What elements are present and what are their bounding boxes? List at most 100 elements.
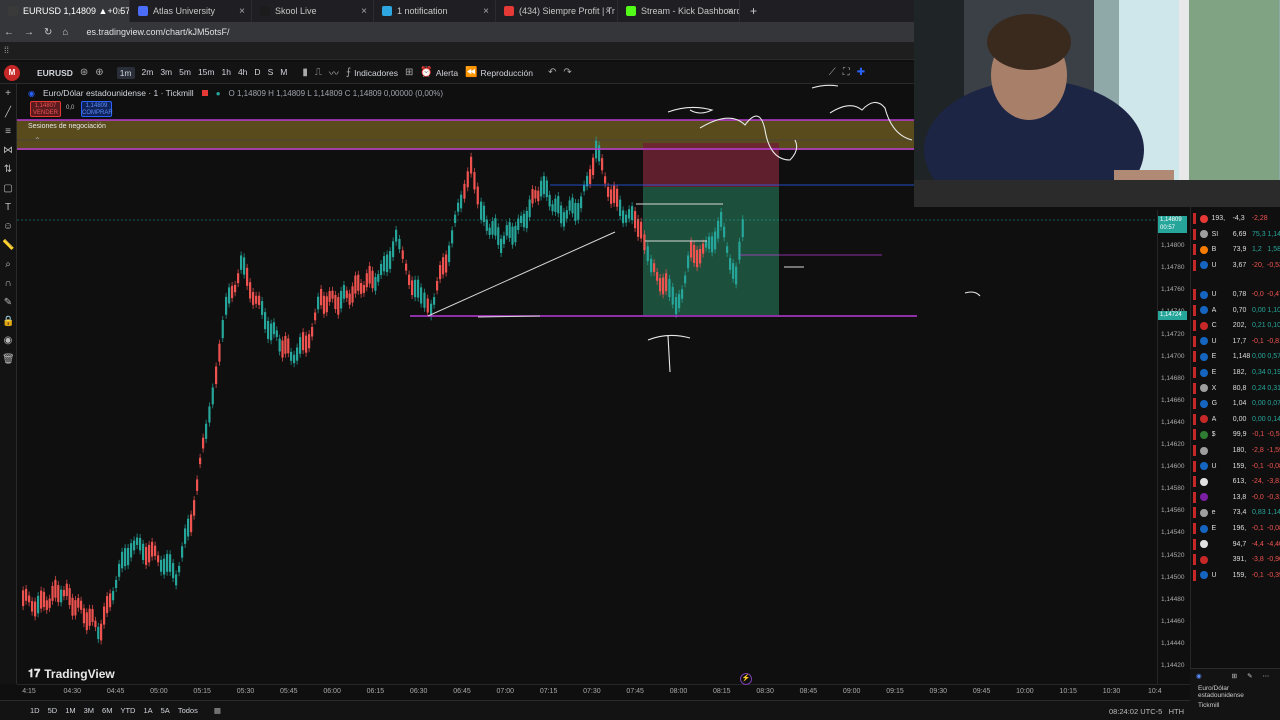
- apps-icon[interactable]: ⁞⁞: [4, 45, 9, 55]
- magnet-icon[interactable]: ∩: [2, 278, 14, 290]
- pattern-icon[interactable]: ⋈: [2, 145, 14, 157]
- trendline-icon[interactable]: ╱: [2, 107, 14, 119]
- trash-icon[interactable]: 🗑: [2, 354, 15, 366]
- layout-icon[interactable]: ⊞: [405, 67, 413, 78]
- watchlist-row[interactable]: U 0,78 -0,0-0,47: [1191, 287, 1280, 302]
- range-YTD[interactable]: YTD: [120, 706, 135, 715]
- range-3M[interactable]: 3M: [84, 706, 94, 715]
- time-axis[interactable]: 4:15 04:30 04:45 05:00 05:15 05:30 05:45 06:00 0…: [17, 684, 1190, 700]
- url-field[interactable]: es.tradingview.com/chart/kJM5otsF/: [86, 27, 229, 37]
- range-Todos[interactable]: Todos: [178, 706, 198, 715]
- range-5D[interactable]: 5D: [48, 706, 58, 715]
- scroll-to-realtime-icon[interactable]: ⚡: [740, 673, 752, 685]
- watchlist-row[interactable]: E 1,148 0,00 0,57: [1191, 349, 1280, 364]
- fib-icon[interactable]: ≡: [2, 126, 14, 138]
- watchlist-row[interactable]: 180, -2,8-1,59: [1191, 443, 1280, 458]
- watchlist-row[interactable]: U 159, -0,1-0,08: [1191, 459, 1280, 474]
- watchlist-row[interactable]: 613, -24,-3,81: [1191, 474, 1280, 489]
- crosshair-icon[interactable]: ✚: [857, 67, 865, 78]
- buy-button[interactable]: 1,14809 COMPRAR: [81, 101, 113, 117]
- edit-icon[interactable]: ✎: [1247, 672, 1252, 680]
- range-1D[interactable]: 1D: [30, 706, 40, 715]
- range-1A[interactable]: 1A: [143, 706, 152, 715]
- watchlist-row[interactable]: U 159, -0,1-0,39: [1191, 568, 1280, 583]
- zoom-icon[interactable]: ⌕: [2, 259, 14, 271]
- alert-button[interactable]: ⏰ Alerta: [420, 67, 458, 78]
- price-axis[interactable]: 1,148201,148001,147801,147601,147401,147…: [1157, 210, 1190, 684]
- back-icon[interactable]: ←: [4, 27, 14, 38]
- watchlist-row[interactable]: 13,8 -0,0-0,31: [1191, 490, 1280, 505]
- watchlist-row[interactable]: 391, -3,8-0,96: [1191, 552, 1280, 567]
- emoji-icon[interactable]: ☺: [2, 221, 14, 233]
- pen-icon[interactable]: ⟋: [829, 67, 836, 78]
- timeframe-5m[interactable]: 5m: [179, 67, 191, 79]
- browser-tab[interactable]: Atlas University ×: [130, 0, 252, 22]
- clock[interactable]: 08:24:02 UTC-5 HTH: [1109, 707, 1184, 716]
- timeframe-15m[interactable]: 15m: [198, 67, 215, 79]
- timeframe-4h[interactable]: 4h: [238, 67, 247, 79]
- indicators-button[interactable]: ⨍ Indicadores: [346, 67, 398, 78]
- timeframe-1h[interactable]: 1h: [221, 67, 230, 79]
- ruler-icon[interactable]: 📏: [2, 240, 14, 252]
- forward-icon[interactable]: →: [24, 27, 34, 38]
- line-tool-icon[interactable]: 〰: [329, 65, 339, 80]
- watchlist-row[interactable]: 94,7 -4,4-4,40: [1191, 537, 1280, 552]
- calendar-icon[interactable]: ▦: [214, 706, 221, 715]
- close-tab-icon[interactable]: ×: [727, 6, 733, 17]
- watchlist-row[interactable]: G 1,04 0,00 0,07: [1191, 396, 1280, 411]
- browser-tab[interactable]: Stream - Kick Dashboard ×: [618, 0, 740, 22]
- sessions-indicator-label[interactable]: Sesiones de negociación: [28, 123, 106, 130]
- reload-icon[interactable]: ↻: [44, 27, 52, 38]
- shape-icon[interactable]: ▢: [2, 183, 14, 195]
- lock-icon[interactable]: 🔒: [2, 316, 14, 328]
- compare-icon[interactable]: ⊛: [80, 67, 88, 78]
- browser-tab[interactable]: (434) Siempre Profit | Tr ×: [496, 0, 618, 22]
- symbol-search[interactable]: EURUSD: [37, 68, 73, 78]
- watchlist-row[interactable]: $99,9 -0,1 -0,5: [1191, 427, 1280, 442]
- watchlist-row[interactable]: B 73,9 1,2 1,58: [1191, 242, 1280, 257]
- timeframe-1m[interactable]: 1m: [116, 66, 135, 79]
- close-tab-icon[interactable]: ×: [117, 6, 123, 17]
- watchlist-row[interactable]: C 202, 0,21 0,10: [1191, 318, 1280, 333]
- fullscreen-icon[interactable]: ⛶: [843, 67, 850, 78]
- visibility-icon[interactable]: ◉: [2, 335, 14, 347]
- browser-tab[interactable]: 1 notification ×: [374, 0, 496, 22]
- more-icon[interactable]: ⋯: [1263, 672, 1270, 680]
- timeframe-3m[interactable]: 3m: [160, 67, 172, 79]
- timeframe-D[interactable]: D: [254, 67, 260, 79]
- close-tab-icon[interactable]: ×: [483, 6, 489, 17]
- redo-icon[interactable]: ↷: [563, 67, 571, 78]
- watchlist-row[interactable]: E 182, 0,34 0,19: [1191, 365, 1280, 380]
- timeframe-M[interactable]: M: [280, 67, 287, 79]
- watchlist-row[interactable]: U 17,7 -0,1-0,81: [1191, 334, 1280, 349]
- watchlist-row[interactable]: E 196, -0,1-0,08: [1191, 521, 1280, 536]
- watchlist-row[interactable]: U 3,67 -20,-0,53: [1191, 258, 1280, 273]
- watchlist-row[interactable]: e 73,4 0,83 1,14: [1191, 505, 1280, 520]
- undo-icon[interactable]: ↶: [548, 67, 556, 78]
- close-tab-icon[interactable]: ×: [361, 6, 367, 17]
- brush-icon[interactable]: ✎: [2, 297, 14, 309]
- close-tab-icon[interactable]: ×: [605, 6, 611, 17]
- watchlist-row[interactable]: X 80,8 0,24 0,31: [1191, 381, 1280, 396]
- candle-type-icon[interactable]: ▮: [302, 67, 308, 78]
- details-symbol-icon[interactable]: ◉: [1196, 672, 1202, 680]
- new-tab-button[interactable]: +: [750, 4, 757, 18]
- browser-tab[interactable]: EURUSD 1,14809 ▲+0.57% W×: [0, 0, 130, 22]
- close-tab-icon[interactable]: ×: [239, 6, 245, 17]
- position-icon[interactable]: ⇅: [2, 164, 14, 176]
- watchlist-row[interactable]: SI 6,69 75,3 1,14: [1191, 227, 1280, 242]
- watchlist-row[interactable]: 193, -4,3 -2,28: [1191, 211, 1280, 226]
- grid-icon[interactable]: ⊞: [1232, 672, 1237, 680]
- user-avatar[interactable]: M: [4, 64, 20, 81]
- cursor-icon[interactable]: +: [2, 88, 14, 100]
- timeframe-2m[interactable]: 2m: [142, 67, 154, 79]
- range-5A[interactable]: 5A: [161, 706, 170, 715]
- timeframe-S[interactable]: S: [268, 67, 274, 79]
- watchlist-row[interactable]: A 0,00 0,00 0,14: [1191, 412, 1280, 427]
- add-symbol-icon[interactable]: ⊕: [95, 67, 103, 78]
- sell-button[interactable]: 1,14807 VENDER: [30, 101, 61, 117]
- browser-tab[interactable]: Skool Live ×: [252, 0, 374, 22]
- replay-button[interactable]: ⏪ Reproducción: [465, 67, 533, 78]
- range-6M[interactable]: 6M: [102, 706, 112, 715]
- home-icon[interactable]: ⌂: [62, 27, 68, 38]
